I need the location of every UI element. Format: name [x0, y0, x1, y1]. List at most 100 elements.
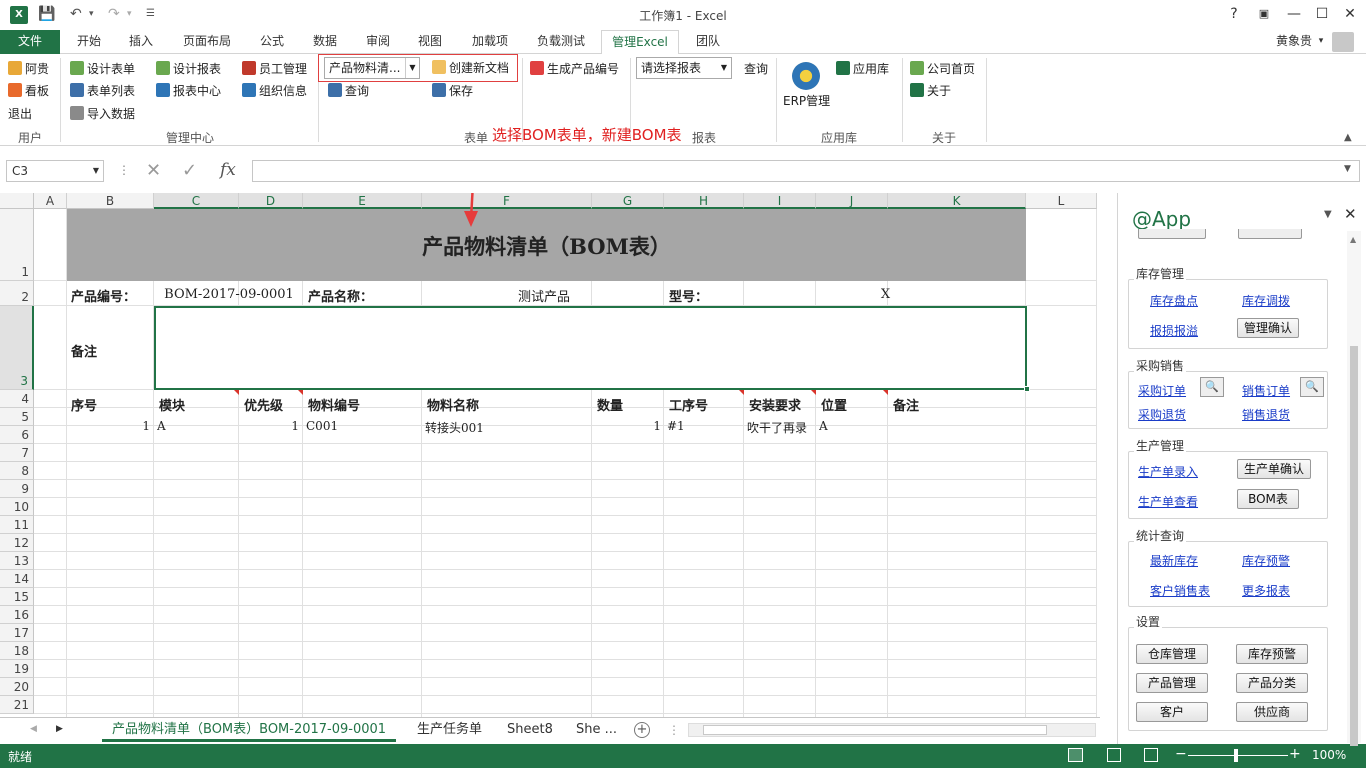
- prev-sheet-icon[interactable]: ◀: [30, 724, 37, 734]
- name-box[interactable]: C3 ▼: [6, 160, 104, 182]
- link-stock-count[interactable]: 库存盘点: [1150, 292, 1198, 309]
- zoom-slider[interactable]: [1188, 755, 1288, 756]
- status-bar: 就绪 − + 100%: [0, 744, 1366, 768]
- expand-formula-icon[interactable]: ▼: [1344, 164, 1351, 174]
- staff-management-button[interactable]: 员工管理: [242, 60, 307, 78]
- ribbon-display-icon[interactable]: ▣: [1252, 4, 1276, 24]
- tab-home[interactable]: 开始: [68, 30, 110, 54]
- design-form-button[interactable]: 设计表单: [70, 60, 135, 78]
- cancel-icon[interactable]: ✕: [146, 160, 161, 181]
- enter-icon[interactable]: ✓: [182, 160, 197, 181]
- page-break-view-icon[interactable]: [1144, 748, 1158, 762]
- tab-manage-excel[interactable]: 管理Excel: [601, 30, 679, 55]
- next-sheet-icon[interactable]: ▶: [56, 724, 63, 734]
- tab-page-layout[interactable]: 页面布局: [176, 30, 238, 54]
- form-list-button[interactable]: 表单列表: [70, 82, 135, 100]
- link-stock-warning[interactable]: 库存预警: [1242, 552, 1290, 569]
- supplier-button[interactable]: 供应商: [1236, 702, 1308, 722]
- formula-input[interactable]: [252, 160, 1360, 182]
- confirm-production-button[interactable]: 生产单确认: [1237, 459, 1311, 479]
- link-sales-order[interactable]: 销售订单: [1242, 382, 1290, 399]
- generate-code-button[interactable]: 生成产品编号: [530, 60, 619, 78]
- more-icon[interactable]: ⋮: [118, 163, 130, 177]
- link-sales-return[interactable]: 销售退货: [1242, 406, 1290, 423]
- chevron-down-icon[interactable]: ▼: [93, 161, 99, 181]
- page-layout-view-icon[interactable]: [1107, 748, 1121, 762]
- normal-view-icon[interactable]: [1068, 748, 1083, 762]
- warehouse-management-button[interactable]: 仓库管理: [1136, 644, 1208, 664]
- maximize-button[interactable]: ☐: [1310, 4, 1334, 24]
- about-button[interactable]: 关于: [910, 82, 951, 100]
- link-purchase-order[interactable]: 采购订单: [1138, 382, 1186, 399]
- tab-formulas[interactable]: 公式: [252, 30, 292, 54]
- user-agui-button[interactable]: 阿贵: [8, 60, 49, 78]
- chevron-down-icon[interactable]: ▼: [405, 58, 419, 78]
- tab-data[interactable]: 数据: [305, 30, 345, 54]
- function-icon[interactable]: fx: [220, 160, 236, 180]
- avatar[interactable]: [1332, 32, 1354, 52]
- sheet-tab-bom[interactable]: 产品物料清单（BOM表）BOM-2017-09-0001: [102, 718, 397, 742]
- tab-file[interactable]: 文件: [0, 30, 60, 54]
- dashboard-button[interactable]: 看板: [8, 82, 49, 100]
- erp-logo-icon[interactable]: [792, 62, 820, 90]
- zoom-thumb[interactable]: [1234, 749, 1238, 762]
- link-production-entry[interactable]: 生产单录入: [1138, 463, 1198, 480]
- create-document-button[interactable]: 创建新文档: [432, 59, 509, 77]
- add-sheet-icon[interactable]: +: [634, 722, 650, 738]
- tab-insert[interactable]: 插入: [120, 30, 162, 54]
- sheet-tab-more[interactable]: She ...: [566, 718, 627, 742]
- zoom-in-icon[interactable]: +: [1289, 746, 1301, 762]
- user-name[interactable]: 黄象贵: [1270, 30, 1318, 54]
- sheet-tab-task[interactable]: 生产任务单: [407, 718, 492, 742]
- stock-warning-button[interactable]: 库存预警: [1236, 644, 1308, 664]
- pane-options-icon[interactable]: ▼: [1324, 209, 1332, 220]
- scroll-up-icon[interactable]: ▲: [1350, 235, 1356, 244]
- minimize-button[interactable]: —: [1282, 4, 1306, 24]
- tab-load-test[interactable]: 负载测试: [532, 30, 590, 54]
- worksheet-grid[interactable]: ABCDEFGHIJKL 1 2 3 4 5 6 7 8 9 10 11 12 13 14 15 16 17 18…: [0, 193, 1097, 717]
- tab-view[interactable]: 视图: [410, 30, 450, 54]
- search-icon[interactable]: 🔍: [1300, 377, 1324, 397]
- help-button[interactable]: ?: [1222, 4, 1246, 24]
- tab-split-icon[interactable]: ⋮: [668, 723, 680, 737]
- bom-table-button[interactable]: BOM表: [1237, 489, 1299, 509]
- logout-button[interactable]: 退出: [8, 105, 32, 123]
- zoom-level[interactable]: 100%: [1312, 748, 1346, 762]
- report-query-button[interactable]: 查询: [744, 60, 768, 78]
- zoom-out-icon[interactable]: −: [1175, 746, 1187, 762]
- link-more-reports[interactable]: 更多报表: [1242, 582, 1290, 599]
- search-icon[interactable]: 🔍: [1200, 377, 1224, 397]
- collapse-ribbon-icon[interactable]: ▲: [1344, 132, 1352, 143]
- org-info-button[interactable]: 组织信息: [242, 82, 307, 100]
- form-select[interactable]: 产品物料清... ▼: [324, 57, 420, 79]
- chevron-down-icon[interactable]: ▼: [717, 58, 731, 78]
- company-home-button[interactable]: 公司首页: [910, 60, 975, 78]
- link-purchase-return[interactable]: 采购退货: [1138, 406, 1186, 423]
- tab-team[interactable]: 团队: [688, 30, 728, 54]
- design-report-button[interactable]: 设计报表: [156, 60, 221, 78]
- link-loss-overflow[interactable]: 报损报溢: [1150, 322, 1198, 339]
- sheet-tab-sheet8[interactable]: Sheet8: [497, 718, 563, 742]
- form-save-button[interactable]: 保存: [432, 82, 473, 100]
- pane-scrollbar[interactable]: ▲: [1347, 231, 1361, 746]
- report-center-button[interactable]: 报表中心: [156, 82, 221, 100]
- erp-management-button[interactable]: ERP管理: [783, 92, 830, 110]
- pane-close-icon[interactable]: ✕: [1344, 205, 1357, 223]
- link-customer-sales[interactable]: 客户销售表: [1150, 582, 1210, 599]
- tab-addins[interactable]: 加载项: [466, 30, 514, 54]
- link-latest-stock[interactable]: 最新库存: [1150, 552, 1198, 569]
- import-data-button[interactable]: 导入数据: [70, 105, 135, 123]
- product-category-button[interactable]: 产品分类: [1236, 673, 1308, 693]
- customer-button[interactable]: 客户: [1136, 702, 1208, 722]
- link-production-view[interactable]: 生产单查看: [1138, 493, 1198, 510]
- app-library-button[interactable]: 应用库: [836, 60, 889, 78]
- report-select[interactable]: 请选择报表 ▼: [636, 57, 732, 79]
- close-button[interactable]: ✕: [1338, 4, 1362, 24]
- horizontal-scrollbar[interactable]: [688, 723, 1096, 737]
- link-stock-transfer[interactable]: 库存调拨: [1242, 292, 1290, 309]
- user-dropdown-icon[interactable]: ▾: [1316, 30, 1326, 54]
- form-query-button[interactable]: 查询: [328, 82, 369, 100]
- confirm-management-button[interactable]: 管理确认: [1237, 318, 1299, 338]
- tab-review[interactable]: 审阅: [358, 30, 398, 54]
- product-management-button[interactable]: 产品管理: [1136, 673, 1208, 693]
